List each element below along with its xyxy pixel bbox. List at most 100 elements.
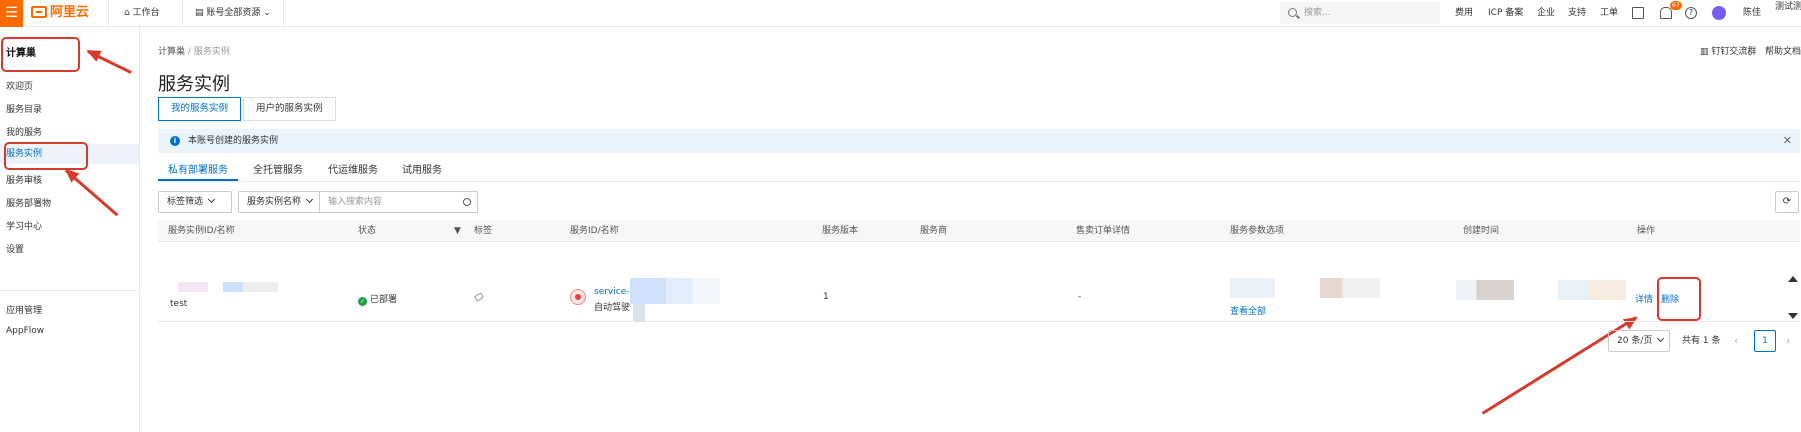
- search-icon[interactable]: [456, 191, 478, 213]
- aliyun-logo[interactable]: 阿里云: [31, 4, 89, 22]
- logo-bracket-icon: [31, 6, 47, 18]
- breadcrumb: 计算巢 / 服务实例: [158, 44, 230, 57]
- search-placeholder: 搜索...: [1304, 8, 1331, 18]
- account-resources-dropdown[interactable]: ▤ 账号全部资源 ⌄: [195, 0, 271, 27]
- chevron-down-icon: [1657, 334, 1665, 343]
- sidebar: 计算巢 欢迎页 服务目录 我的服务 服务实例 服务审核 服务部署物 学习中心 设…: [0, 27, 140, 432]
- instance-search-input[interactable]: 输入搜索内容: [319, 191, 457, 213]
- scroll-down-icon[interactable]: [1788, 313, 1798, 319]
- created-time-redacted: [1456, 280, 1626, 300]
- assistant-icon[interactable]: [1712, 6, 1726, 20]
- search-placeholder: 输入搜索内容: [328, 197, 383, 207]
- subtab-private-deploy[interactable]: 私有部署服务: [158, 161, 238, 181]
- top-link-ticket[interactable]: 工单: [1600, 0, 1618, 27]
- chevron-down-icon: ⌄: [263, 8, 271, 18]
- sidebar-item-learning[interactable]: 学习中心: [6, 219, 42, 232]
- col-order: 售卖订单详情: [1076, 226, 1131, 236]
- sidebar-item-settings[interactable]: 设置: [6, 242, 24, 255]
- pager-total: 共有 1 条: [1682, 336, 1721, 346]
- top-link-enterprise[interactable]: 企业: [1537, 0, 1555, 27]
- global-search-input[interactable]: 搜索...: [1280, 2, 1440, 24]
- detail-link[interactable]: 详情: [1635, 292, 1653, 305]
- service-name: 自动驾驶: [594, 303, 631, 313]
- top-link-support[interactable]: 支持: [1568, 0, 1586, 27]
- notification-badge: 67: [1670, 1, 1682, 10]
- status-text: 已部署: [370, 295, 398, 305]
- bell-icon[interactable]: [1660, 7, 1672, 19]
- instance-id-redacted: [178, 282, 278, 292]
- help-docs-link[interactable]: 帮助文档: [1765, 44, 1801, 57]
- refresh-icon[interactable]: ⟳: [1775, 191, 1799, 213]
- top-link-fees[interactable]: 费用: [1455, 0, 1473, 27]
- filter-icon[interactable]: ▼: [454, 220, 461, 242]
- status-badge: ✓ 已部署: [358, 292, 397, 306]
- pager-prev-icon[interactable]: ‹: [1734, 330, 1738, 352]
- search-field-label: 服务实例名称: [247, 197, 302, 207]
- annotation-box-title: [1, 37, 80, 72]
- home-icon: ⌂: [124, 8, 130, 18]
- scroll-up-icon[interactable]: [1788, 276, 1798, 282]
- sidebar-item-catalog[interactable]: 服务目录: [6, 102, 42, 115]
- instance-name: test: [170, 299, 188, 309]
- tag-filter-dropdown[interactable]: 标签筛选: [158, 191, 232, 213]
- pager-next-icon[interactable]: ›: [1786, 330, 1790, 352]
- table-row: test ✓ 已部署 service-1e 自动驾驶 1 - 查看全部 详情 删除: [158, 242, 1800, 322]
- close-icon[interactable]: ✕: [1783, 129, 1792, 153]
- search-field-select[interactable]: 服务实例名称: [238, 191, 320, 213]
- view-all-params-link[interactable]: 查看全部: [1230, 304, 1266, 317]
- divider: [108, 0, 109, 27]
- account-resources-label: 账号全部资源: [206, 8, 261, 18]
- params-redacted: [1230, 278, 1380, 298]
- info-text: 本账号创建的服务实例: [188, 136, 279, 146]
- search-icon: [1288, 8, 1297, 17]
- logo-text: 阿里云: [50, 5, 90, 20]
- tag-icon[interactable]: [474, 292, 484, 302]
- resource-icon: ▤: [195, 8, 204, 18]
- chevron-down-icon: [207, 195, 216, 204]
- service-logo: [570, 289, 586, 305]
- col-created: 创建时间: [1463, 226, 1500, 236]
- tab-user-instances[interactable]: 用户的服务实例: [243, 97, 336, 121]
- sidebar-item-my-services[interactable]: 我的服务: [6, 125, 42, 138]
- sidebar-item-app-management[interactable]: 应用管理: [6, 303, 42, 316]
- col-version: 服务版本: [822, 226, 859, 236]
- service-name-redacted: [633, 304, 645, 322]
- service-version: 1: [823, 292, 829, 302]
- pager-page-1[interactable]: 1: [1754, 330, 1776, 352]
- hamburger-menu-icon[interactable]: ☰: [0, 0, 23, 27]
- top-link-icp[interactable]: ICP 备案: [1488, 0, 1523, 27]
- annotation-box-instances: [4, 142, 88, 170]
- tab-my-instances[interactable]: 我的服务实例: [158, 97, 242, 121]
- chevron-down-icon: [305, 195, 314, 204]
- subtab-trial[interactable]: 试用服务: [402, 161, 442, 181]
- delete-link[interactable]: 删除: [1661, 292, 1679, 305]
- dingtalk-group-link[interactable]: ▥ 钉钉交流群: [1700, 44, 1756, 57]
- user-short-name[interactable]: 陈佳: [1743, 0, 1761, 27]
- sidebar-item-appflow[interactable]: AppFlow: [6, 326, 44, 336]
- top-bar: ☰ 阿里云 ⌂ 工作台 ▤ 账号全部资源 ⌄ 搜索... 费用 ICP 备案 企…: [0, 0, 1801, 27]
- account-name[interactable]: 测试测: [1775, 1, 1801, 28]
- col-provider: 服务商: [920, 226, 948, 236]
- check-icon: ✓: [358, 297, 367, 306]
- info-icon: i: [170, 136, 180, 146]
- divider: [182, 0, 183, 27]
- subtab-fully-managed[interactable]: 全托管服务: [253, 161, 303, 181]
- col-service: 服务ID/名称: [570, 226, 619, 236]
- subtab-managed-ops[interactable]: 代运维服务: [328, 161, 378, 181]
- breadcrumb-root[interactable]: 计算巢: [158, 47, 185, 57]
- page-size-select[interactable]: 20 条/页: [1608, 330, 1670, 352]
- col-actions: 操作: [1637, 226, 1656, 236]
- sidebar-item-welcome[interactable]: 欢迎页: [6, 79, 33, 92]
- screen-icon[interactable]: [1632, 7, 1644, 19]
- order-detail: -: [1078, 292, 1082, 302]
- page-size-label: 20 条/页: [1617, 336, 1653, 346]
- sidebar-item-artifacts[interactable]: 服务部署物: [6, 196, 51, 209]
- help-icon[interactable]: ?: [1685, 7, 1697, 19]
- table-header: 服务实例ID/名称 状态 ▼ 标签 服务ID/名称 服务版本 服务商 售卖订单详…: [158, 220, 1800, 242]
- col-status: 状态: [358, 226, 377, 236]
- sidebar-item-review[interactable]: 服务审核: [6, 173, 42, 186]
- dingtalk-label: 钉钉交流群: [1711, 47, 1757, 57]
- service-id-redacted: [630, 278, 720, 304]
- workbench-link[interactable]: ⌂ 工作台: [124, 0, 160, 27]
- info-banner: i 本账号创建的服务实例 ✕: [158, 129, 1800, 153]
